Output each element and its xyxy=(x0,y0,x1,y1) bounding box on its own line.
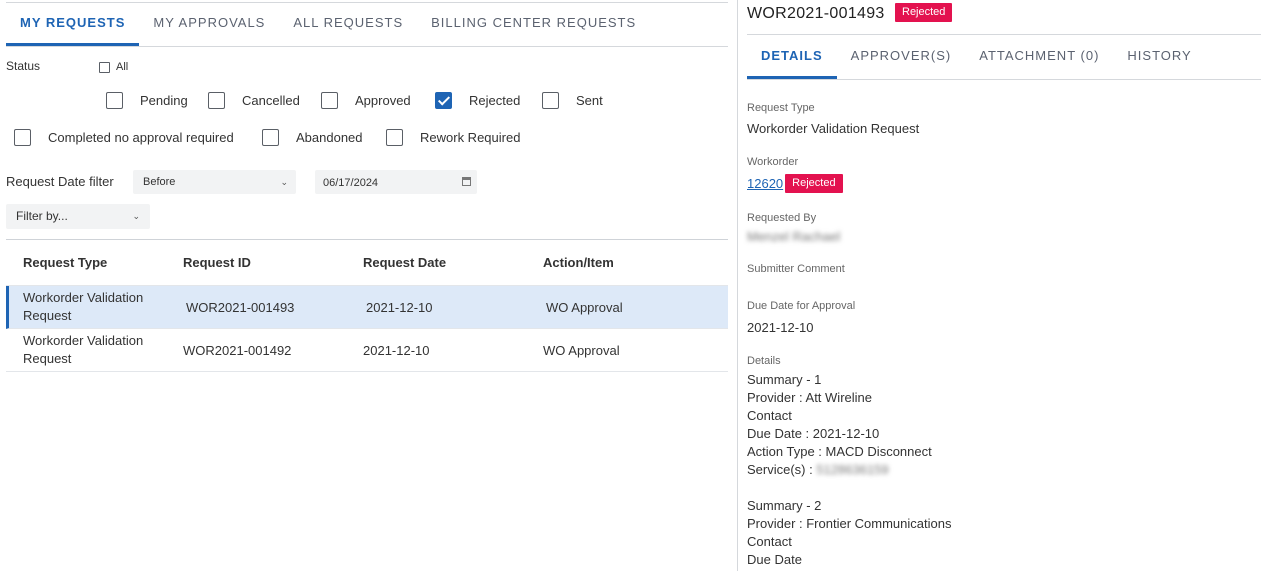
details-block: Summary - 1 Provider : Att Wireline Cont… xyxy=(747,371,951,569)
cell-action-item: WO Approval xyxy=(543,342,620,358)
summary-1-services: Service(s) : 5128636159 xyxy=(747,461,951,479)
cell-request-type: Workorder Validation Request xyxy=(23,290,144,323)
summary-1-provider: Provider : Att Wireline xyxy=(747,390,872,405)
column-header-action-item[interactable]: Action/Item xyxy=(543,255,723,270)
cell-action-item: WO Approval xyxy=(546,299,623,315)
detail-tabs: DETAILS APPROVER(S) ATTACHMENT (0) HISTO… xyxy=(747,34,1261,80)
status-option-approved[interactable]: Approved xyxy=(321,92,435,109)
status-option-completed-no-approval[interactable]: Completed no approval required xyxy=(14,129,262,146)
submitter-comment-label: Submitter Comment xyxy=(747,263,845,275)
status-option-cancelled[interactable]: Cancelled xyxy=(208,92,321,109)
tab-my-requests[interactable]: MY REQUESTS xyxy=(6,0,140,46)
filter-by-select[interactable]: Filter by... ⌄ xyxy=(6,204,150,229)
status-options-row-1: Pending Cancelled Approved Rejected Sent xyxy=(106,92,603,109)
tab-attachment[interactable]: ATTACHMENT (0) xyxy=(965,35,1113,79)
approved-checkbox[interactable] xyxy=(321,92,338,109)
cell-request-type: Workorder Validation Request xyxy=(23,333,144,366)
date-operator-value: Before xyxy=(143,176,176,188)
cell-request-id: WOR2021-001492 xyxy=(183,342,292,358)
request-detail-panel: WOR2021-001493 Rejected DETAILS APPROVER… xyxy=(747,0,1261,571)
date-operator-select[interactable]: Before ⌄ xyxy=(133,170,296,194)
requests-table: Request Type Request ID Request Date Act… xyxy=(6,239,728,372)
completed-no-approval-checkbox[interactable] xyxy=(14,129,31,146)
services-label: Service(s) : xyxy=(747,462,817,477)
summary-2-title: Summary - 2 xyxy=(747,498,822,513)
status-all-option[interactable]: All xyxy=(99,61,128,73)
request-detail-title: WOR2021-001493 xyxy=(747,5,885,22)
summary-2-due-date: Due Date xyxy=(747,552,802,567)
workorder-value: 12620 Rejected xyxy=(747,174,843,193)
sent-checkbox[interactable] xyxy=(542,92,559,109)
rejected-checkbox[interactable] xyxy=(435,92,452,109)
summary-1-contact: Contact xyxy=(747,408,792,423)
requested-by-label: Requested By xyxy=(747,212,817,224)
tab-billing-center-requests[interactable]: BILLING CENTER REQUESTS xyxy=(417,0,650,46)
column-header-request-date[interactable]: Request Date xyxy=(363,255,543,270)
due-date-value: 2021-12-10 xyxy=(747,320,814,335)
tab-history[interactable]: HISTORY xyxy=(1113,35,1205,79)
chevron-down-icon: ⌄ xyxy=(280,177,288,187)
tab-all-requests[interactable]: ALL REQUESTS xyxy=(279,0,417,46)
rework-required-checkbox[interactable] xyxy=(386,129,403,146)
status-all-checkbox[interactable] xyxy=(99,61,110,73)
chevron-down-icon: ⌄ xyxy=(132,211,140,221)
column-header-request-id[interactable]: Request ID xyxy=(183,255,363,270)
abandoned-label: Abandoned xyxy=(296,130,363,145)
status-option-rework-required[interactable]: Rework Required xyxy=(386,129,520,146)
summary-2-provider: Provider : Frontier Communications xyxy=(747,516,952,531)
calendar-icon[interactable] xyxy=(462,177,471,186)
table-row[interactable]: Workorder Validation Request WOR2021-001… xyxy=(6,286,728,329)
cell-request-date: 2021-12-10 xyxy=(363,342,430,358)
status-option-abandoned[interactable]: Abandoned xyxy=(262,129,386,146)
requests-tabs: MY REQUESTS MY APPROVALS ALL REQUESTS BI… xyxy=(6,0,728,47)
requested-by-value: Menzel Rachael xyxy=(747,229,841,244)
cell-request-date: 2021-12-10 xyxy=(366,299,433,315)
filter-by-placeholder: Filter by... xyxy=(16,209,68,223)
tab-approvers[interactable]: APPROVER(S) xyxy=(837,35,966,79)
approved-label: Approved xyxy=(355,93,411,108)
request-date-filter-label: Request Date filter xyxy=(6,174,114,189)
tab-my-approvals[interactable]: MY APPROVALS xyxy=(139,0,279,46)
summary-1-action-type: Action Type : MACD Disconnect xyxy=(747,444,932,459)
status-label: Status xyxy=(6,59,41,73)
summary-1-title: Summary - 1 xyxy=(747,372,822,387)
workorder-label: Workorder xyxy=(747,156,799,168)
request-type-value: Workorder Validation Request xyxy=(747,121,920,136)
request-date-value: 06/17/2024 xyxy=(323,177,379,189)
details-label: Details xyxy=(747,355,781,367)
summary-2-contact: Contact xyxy=(747,534,792,549)
status-badge: Rejected xyxy=(895,3,953,22)
requests-panel: MY REQUESTS MY APPROVALS ALL REQUESTS BI… xyxy=(0,0,736,571)
status-all-label: All xyxy=(116,61,129,73)
request-date-input[interactable]: 06/17/2024 xyxy=(315,170,477,194)
summary-1-due-date: Due Date : 2021-12-10 xyxy=(747,426,880,441)
cancelled-label: Cancelled xyxy=(242,93,300,108)
rework-required-label: Rework Required xyxy=(420,130,521,145)
cell-request-id: WOR2021-001493 xyxy=(186,299,295,315)
table-row[interactable]: Workorder Validation Request WOR2021-001… xyxy=(6,329,728,372)
services-value: 5128636159 xyxy=(816,462,889,477)
column-header-request-type[interactable]: Request Type xyxy=(6,254,183,272)
status-option-rejected[interactable]: Rejected xyxy=(435,92,542,109)
rejected-label: Rejected xyxy=(469,93,521,108)
workorder-status-badge: Rejected xyxy=(785,174,843,193)
status-options-row-2: Completed no approval required Abandoned… xyxy=(14,129,520,146)
status-option-pending[interactable]: Pending xyxy=(106,92,208,109)
sent-label: Sent xyxy=(576,93,603,108)
abandoned-checkbox[interactable] xyxy=(262,129,279,146)
status-option-sent[interactable]: Sent xyxy=(542,92,603,109)
cancelled-checkbox[interactable] xyxy=(208,92,225,109)
panel-divider[interactable] xyxy=(737,0,738,571)
completed-no-approval-label: Completed no approval required xyxy=(48,130,234,145)
workorder-link[interactable]: 12620 xyxy=(747,176,783,191)
tab-details[interactable]: DETAILS xyxy=(747,35,837,79)
pending-checkbox[interactable] xyxy=(106,92,123,109)
pending-label: Pending xyxy=(140,93,188,108)
due-date-label: Due Date for Approval xyxy=(747,300,856,312)
request-type-label: Request Type xyxy=(747,102,815,114)
table-header: Request Type Request ID Request Date Act… xyxy=(6,240,728,286)
